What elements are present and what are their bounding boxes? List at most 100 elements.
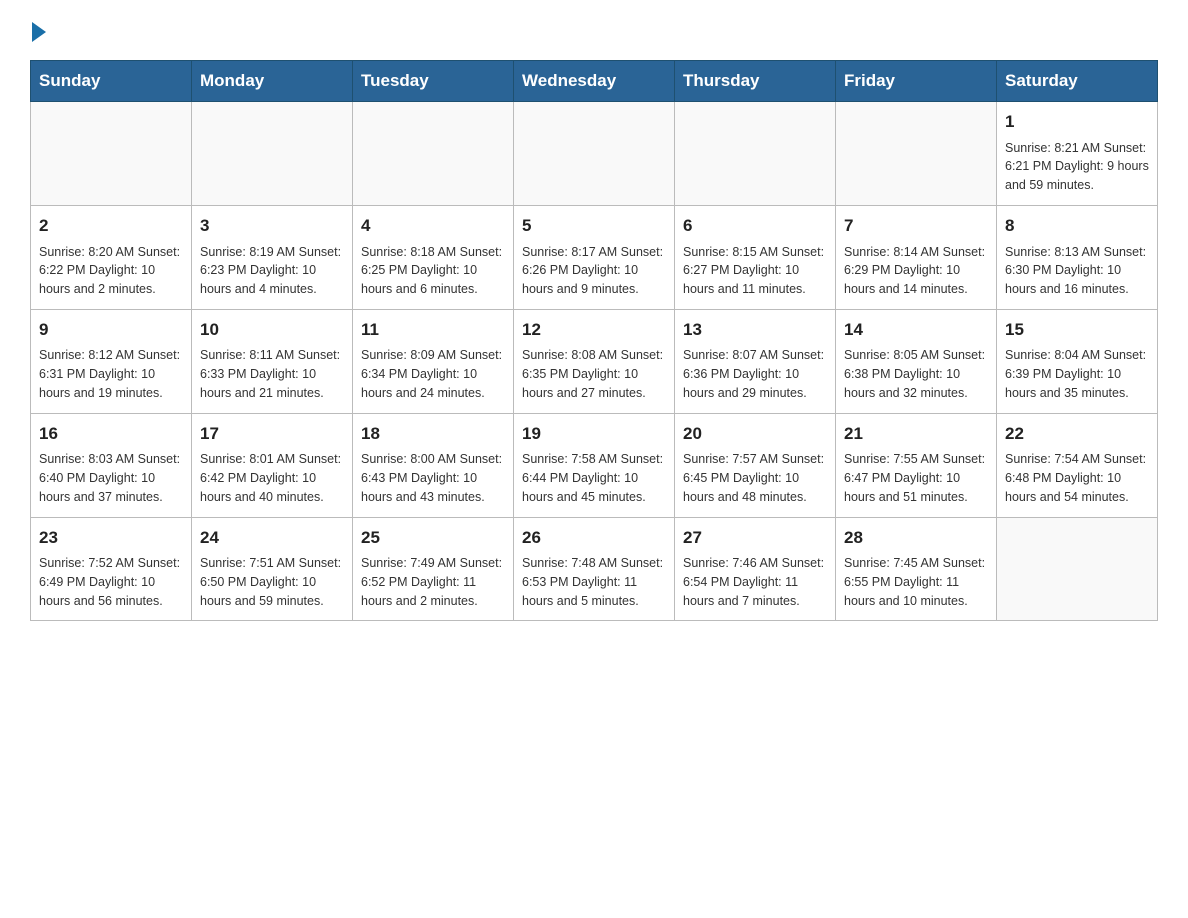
day-number: 9 (39, 318, 183, 343)
day-number: 22 (1005, 422, 1149, 447)
day-info: Sunrise: 7:57 AM Sunset: 6:45 PM Dayligh… (683, 450, 827, 506)
calendar-cell: 16Sunrise: 8:03 AM Sunset: 6:40 PM Dayli… (31, 413, 192, 517)
day-info: Sunrise: 7:46 AM Sunset: 6:54 PM Dayligh… (683, 554, 827, 610)
day-number: 28 (844, 526, 988, 551)
calendar-cell: 8 Sunrise: 8:13 AM Sunset: 6:30 PM Daylig… (997, 205, 1158, 309)
day-number: 14 (844, 318, 988, 343)
weekday-header-wednesday: Wednesday (514, 61, 675, 102)
day-info: Sunrise: 8:01 AM Sunset: 6:42 PM Dayligh… (200, 450, 344, 506)
logo-arrow-icon (32, 22, 46, 42)
calendar-cell: 24 Sunrise: 7:51 AM Sunset: 6:50 PM Dayli… (192, 517, 353, 621)
calendar-cell: 19 Sunrise: 7:58 AM Sunset: 6:44 PM Dayli… (514, 413, 675, 517)
page-header (30, 20, 1158, 40)
calendar-cell: 23Sunrise: 7:52 AM Sunset: 6:49 PM Dayli… (31, 517, 192, 621)
day-info: Sunrise: 8:00 AM Sunset: 6:43 PM Dayligh… (361, 450, 505, 506)
calendar-cell: 18 Sunrise: 8:00 AM Sunset: 6:43 PM Dayli… (353, 413, 514, 517)
day-number: 6 (683, 214, 827, 239)
day-info: Sunrise: 8:15 AM Sunset: 6:27 PM Dayligh… (683, 243, 827, 299)
day-info: Sunrise: 7:51 AM Sunset: 6:50 PM Dayligh… (200, 554, 344, 610)
day-number: 20 (683, 422, 827, 447)
calendar-cell: 14 Sunrise: 8:05 AM Sunset: 6:38 PM Dayli… (836, 309, 997, 413)
day-info: Sunrise: 8:19 AM Sunset: 6:23 PM Dayligh… (200, 243, 344, 299)
day-number: 24 (200, 526, 344, 551)
day-number: 4 (361, 214, 505, 239)
day-number: 19 (522, 422, 666, 447)
weekday-header-saturday: Saturday (997, 61, 1158, 102)
weekday-header-row: SundayMondayTuesdayWednesdayThursdayFrid… (31, 61, 1158, 102)
calendar-cell: 9 Sunrise: 8:12 AM Sunset: 6:31 PM Daylig… (31, 309, 192, 413)
day-number: 7 (844, 214, 988, 239)
day-info: Sunrise: 7:58 AM Sunset: 6:44 PM Dayligh… (522, 450, 666, 506)
weekday-header-friday: Friday (836, 61, 997, 102)
calendar-cell: 12 Sunrise: 8:08 AM Sunset: 6:35 PM Dayli… (514, 309, 675, 413)
day-info: Sunrise: 8:18 AM Sunset: 6:25 PM Dayligh… (361, 243, 505, 299)
calendar-week-row: 16Sunrise: 8:03 AM Sunset: 6:40 PM Dayli… (31, 413, 1158, 517)
calendar-header: SundayMondayTuesdayWednesdayThursdayFrid… (31, 61, 1158, 102)
day-number: 5 (522, 214, 666, 239)
day-info: Sunrise: 8:14 AM Sunset: 6:29 PM Dayligh… (844, 243, 988, 299)
calendar-cell: 6 Sunrise: 8:15 AM Sunset: 6:27 PM Daylig… (675, 205, 836, 309)
day-info: Sunrise: 7:45 AM Sunset: 6:55 PM Dayligh… (844, 554, 988, 610)
day-info: Sunrise: 8:08 AM Sunset: 6:35 PM Dayligh… (522, 346, 666, 402)
day-number: 3 (200, 214, 344, 239)
day-number: 8 (1005, 214, 1149, 239)
weekday-header-monday: Monday (192, 61, 353, 102)
calendar-cell: 25 Sunrise: 7:49 AM Sunset: 6:52 PM Dayli… (353, 517, 514, 621)
day-number: 27 (683, 526, 827, 551)
calendar-cell: 27 Sunrise: 7:46 AM Sunset: 6:54 PM Dayli… (675, 517, 836, 621)
calendar-cell: 28 Sunrise: 7:45 AM Sunset: 6:55 PM Dayli… (836, 517, 997, 621)
calendar-cell: 3 Sunrise: 8:19 AM Sunset: 6:23 PM Daylig… (192, 205, 353, 309)
day-info: Sunrise: 7:48 AM Sunset: 6:53 PM Dayligh… (522, 554, 666, 610)
day-number: 12 (522, 318, 666, 343)
day-number: 11 (361, 318, 505, 343)
weekday-header-tuesday: Tuesday (353, 61, 514, 102)
calendar-cell: 10 Sunrise: 8:11 AM Sunset: 6:33 PM Dayli… (192, 309, 353, 413)
calendar-cell (353, 102, 514, 206)
day-info: Sunrise: 7:52 AM Sunset: 6:49 PM Dayligh… (39, 554, 183, 610)
day-number: 26 (522, 526, 666, 551)
calendar-cell: 5 Sunrise: 8:17 AM Sunset: 6:26 PM Daylig… (514, 205, 675, 309)
calendar-week-row: 23Sunrise: 7:52 AM Sunset: 6:49 PM Dayli… (31, 517, 1158, 621)
calendar-cell: 20 Sunrise: 7:57 AM Sunset: 6:45 PM Dayli… (675, 413, 836, 517)
calendar-cell: 22 Sunrise: 7:54 AM Sunset: 6:48 PM Dayli… (997, 413, 1158, 517)
calendar-cell: 4 Sunrise: 8:18 AM Sunset: 6:25 PM Daylig… (353, 205, 514, 309)
calendar-cell (997, 517, 1158, 621)
day-info: Sunrise: 7:54 AM Sunset: 6:48 PM Dayligh… (1005, 450, 1149, 506)
day-number: 25 (361, 526, 505, 551)
day-number: 1 (1005, 110, 1149, 135)
day-number: 18 (361, 422, 505, 447)
day-info: Sunrise: 7:49 AM Sunset: 6:52 PM Dayligh… (361, 554, 505, 610)
day-info: Sunrise: 8:12 AM Sunset: 6:31 PM Dayligh… (39, 346, 183, 402)
weekday-header-sunday: Sunday (31, 61, 192, 102)
day-info: Sunrise: 8:13 AM Sunset: 6:30 PM Dayligh… (1005, 243, 1149, 299)
calendar-cell (836, 102, 997, 206)
calendar-cell (675, 102, 836, 206)
day-info: Sunrise: 8:21 AM Sunset: 6:21 PM Dayligh… (1005, 139, 1149, 195)
calendar-cell (192, 102, 353, 206)
day-number: 15 (1005, 318, 1149, 343)
calendar-cell (31, 102, 192, 206)
calendar-cell: 21Sunrise: 7:55 AM Sunset: 6:47 PM Dayli… (836, 413, 997, 517)
calendar-week-row: 9 Sunrise: 8:12 AM Sunset: 6:31 PM Daylig… (31, 309, 1158, 413)
calendar-cell: 17 Sunrise: 8:01 AM Sunset: 6:42 PM Dayli… (192, 413, 353, 517)
day-info: Sunrise: 8:04 AM Sunset: 6:39 PM Dayligh… (1005, 346, 1149, 402)
calendar-week-row: 2Sunrise: 8:20 AM Sunset: 6:22 PM Daylig… (31, 205, 1158, 309)
day-info: Sunrise: 8:17 AM Sunset: 6:26 PM Dayligh… (522, 243, 666, 299)
day-info: Sunrise: 8:11 AM Sunset: 6:33 PM Dayligh… (200, 346, 344, 402)
calendar-cell (514, 102, 675, 206)
day-info: Sunrise: 7:55 AM Sunset: 6:47 PM Dayligh… (844, 450, 988, 506)
weekday-header-thursday: Thursday (675, 61, 836, 102)
calendar-cell: 7 Sunrise: 8:14 AM Sunset: 6:29 PM Daylig… (836, 205, 997, 309)
day-number: 17 (200, 422, 344, 447)
day-number: 10 (200, 318, 344, 343)
calendar-cell: 11Sunrise: 8:09 AM Sunset: 6:34 PM Dayli… (353, 309, 514, 413)
day-number: 2 (39, 214, 183, 239)
day-info: Sunrise: 8:05 AM Sunset: 6:38 PM Dayligh… (844, 346, 988, 402)
day-number: 16 (39, 422, 183, 447)
calendar-cell: 2Sunrise: 8:20 AM Sunset: 6:22 PM Daylig… (31, 205, 192, 309)
calendar-cell: 13Sunrise: 8:07 AM Sunset: 6:36 PM Dayli… (675, 309, 836, 413)
calendar-week-row: 1 Sunrise: 8:21 AM Sunset: 6:21 PM Daylig… (31, 102, 1158, 206)
day-number: 13 (683, 318, 827, 343)
logo (30, 20, 46, 40)
calendar-cell: 1 Sunrise: 8:21 AM Sunset: 6:21 PM Daylig… (997, 102, 1158, 206)
